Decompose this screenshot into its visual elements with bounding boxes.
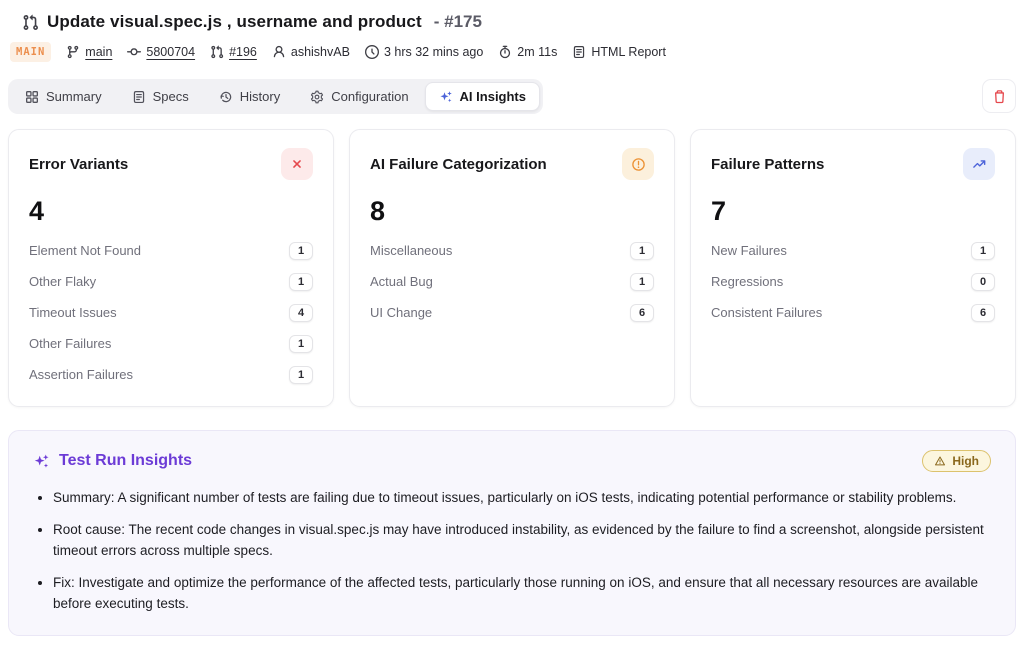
card-error-variants: Error Variants 4 Element Not Found 1 Oth… — [8, 129, 334, 407]
insights-title: Test Run Insights — [59, 452, 192, 470]
count-badge: 1 — [971, 242, 995, 260]
tab-history[interactable]: History — [205, 82, 294, 111]
list-item: Regressions 0 — [711, 266, 995, 297]
duration: 2m 11s — [517, 45, 557, 59]
tab-label: Specs — [153, 89, 189, 104]
commit-link[interactable]: 5800704 — [146, 45, 195, 59]
count-badge: 6 — [971, 304, 995, 322]
report-item: HTML Report — [572, 45, 666, 59]
tab-label: Summary — [46, 89, 102, 104]
list-item: Miscellaneous 1 — [370, 235, 654, 266]
card-total: 8 — [370, 196, 654, 227]
list-item: Actual Bug 1 — [370, 266, 654, 297]
tab-label: Configuration — [331, 89, 408, 104]
commit-item: 5800704 — [127, 45, 195, 59]
card-title: Failure Patterns — [711, 156, 824, 173]
report-icon — [572, 45, 586, 59]
tab-label: History — [240, 89, 280, 104]
clock-icon — [365, 45, 379, 59]
card-total: 7 — [711, 196, 995, 227]
time-ago-item: 3 hrs 32 mins ago — [365, 45, 483, 59]
list-item: Timeout Issues 4 — [29, 297, 313, 328]
tab-strip: Summary Specs History Configuration — [8, 79, 1016, 114]
tab-specs[interactable]: Specs — [118, 82, 203, 111]
list-item: Consistent Failures 6 — [711, 297, 995, 328]
tab-ai-insights[interactable]: AI Insights — [425, 82, 540, 111]
count-badge: 1 — [289, 366, 313, 384]
author-item: ashishvAB — [272, 45, 350, 59]
insight-bullet: Fix: Investigate and optimize the perfor… — [53, 573, 991, 615]
alert-circle-icon — [622, 148, 654, 180]
time-ago: 3 hrs 32 mins ago — [384, 45, 483, 59]
card-failure-patterns: Failure Patterns 7 New Failures 1 Regres… — [690, 129, 1016, 407]
git-commit-icon — [127, 45, 141, 59]
test-run-insights-panel: Test Run Insights High Summary: A signif… — [8, 430, 1016, 636]
pull-request-link[interactable]: #196 — [229, 45, 257, 59]
tab-configuration[interactable]: Configuration — [296, 82, 422, 111]
pull-request-icon — [22, 14, 39, 31]
trending-up-icon — [963, 148, 995, 180]
list-item: Element Not Found 1 — [29, 235, 313, 266]
test-run-page: Update visual.spec.js , username and pro… — [0, 0, 1024, 646]
tab-summary[interactable]: Summary — [11, 82, 116, 111]
sparkles-icon — [439, 90, 453, 104]
history-icon — [219, 90, 233, 104]
delete-run-button[interactable] — [982, 79, 1016, 113]
insight-bullet: Root cause: The recent code changes in v… — [53, 520, 991, 562]
tab-bar: Summary Specs History Configuration — [8, 79, 543, 114]
title-row: Update visual.spec.js , username and pro… — [22, 12, 1016, 32]
file-icon — [132, 90, 146, 104]
author-name: ashishvAB — [291, 45, 350, 59]
page-title: Update visual.spec.js , username and pro… — [47, 12, 422, 32]
card-list: New Failures 1 Regressions 0 Consistent … — [711, 235, 995, 328]
list-item: UI Change 6 — [370, 297, 654, 328]
card-list: Miscellaneous 1 Actual Bug 1 UI Change 6 — [370, 235, 654, 328]
list-item: New Failures 1 — [711, 235, 995, 266]
count-badge: 1 — [630, 273, 654, 291]
insights-header: Test Run Insights High — [33, 450, 991, 472]
env-badge: MAIN — [10, 42, 51, 62]
trash-icon — [992, 89, 1007, 104]
pull-request-icon — [210, 45, 224, 59]
branch-item: main — [66, 45, 112, 59]
duration-item: 2m 11s — [498, 45, 557, 59]
stopwatch-icon — [498, 45, 512, 59]
list-item: Other Flaky 1 — [29, 266, 313, 297]
count-badge: 1 — [289, 273, 313, 291]
sparkles-icon — [33, 453, 50, 470]
list-item: Other Failures 1 — [29, 328, 313, 359]
insight-bullet: Summary: A significant number of tests a… — [53, 488, 991, 509]
count-badge: 1 — [289, 335, 313, 353]
stat-cards: Error Variants 4 Element Not Found 1 Oth… — [8, 129, 1016, 407]
card-title: AI Failure Categorization — [370, 156, 547, 173]
meta-row: MAIN main 5800704 #196 — [10, 42, 1016, 62]
severity-badge: High — [922, 450, 991, 472]
report-link[interactable]: HTML Report — [591, 45, 666, 59]
count-badge: 1 — [289, 242, 313, 260]
branch-link[interactable]: main — [85, 45, 112, 59]
card-total: 4 — [29, 196, 313, 227]
grid-icon — [25, 90, 39, 104]
warning-triangle-icon — [934, 455, 946, 467]
header: Update visual.spec.js , username and pro… — [8, 12, 1016, 62]
card-list: Element Not Found 1 Other Flaky 1 Timeou… — [29, 235, 313, 390]
count-badge: 6 — [630, 304, 654, 322]
x-icon — [281, 148, 313, 180]
git-branch-icon — [66, 45, 80, 59]
count-badge: 1 — [630, 242, 654, 260]
severity-label: High — [952, 454, 979, 468]
pull-request-item: #196 — [210, 45, 257, 59]
count-badge: 4 — [289, 304, 313, 322]
insights-list: Summary: A significant number of tests a… — [53, 488, 991, 615]
tab-label: AI Insights — [460, 89, 526, 104]
card-ai-failure-categorization: AI Failure Categorization 8 Miscellaneou… — [349, 129, 675, 407]
count-badge: 0 — [971, 273, 995, 291]
card-title: Error Variants — [29, 156, 128, 173]
person-icon — [272, 45, 286, 59]
run-number: - #175 — [434, 12, 482, 32]
list-item: Assertion Failures 1 — [29, 359, 313, 390]
gear-icon — [310, 90, 324, 104]
